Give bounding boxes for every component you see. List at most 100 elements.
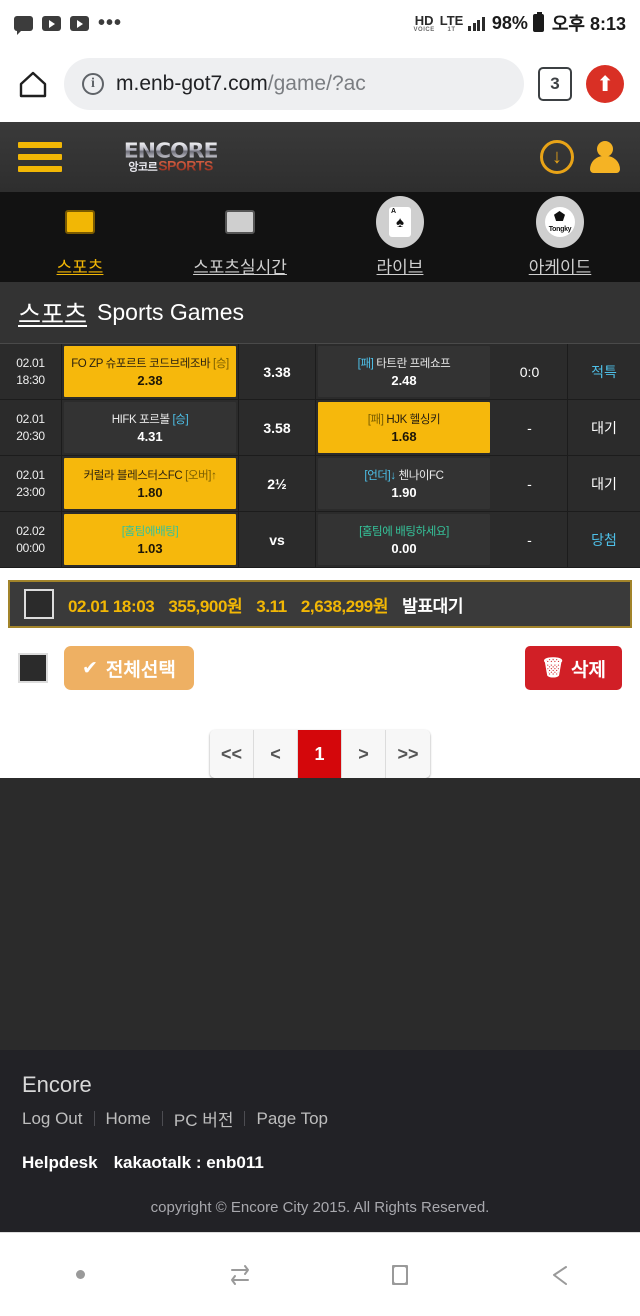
bet-away-team-name: [홈팀에 배팅하세요]: [359, 523, 449, 539]
battery-percent: 98%: [491, 12, 528, 33]
tab-sports-live[interactable]: 스포츠실시간: [160, 192, 320, 282]
select-all-checkbox[interactable]: [18, 653, 48, 683]
bet-score: -: [492, 400, 568, 455]
page-next-button[interactable]: >: [342, 730, 386, 778]
footer-brand: Encore: [22, 1072, 92, 1097]
bet-away-team[interactable]: [패] 타트란 프레쇼프 2.48: [318, 346, 490, 397]
url-path: /game/?ac: [267, 72, 366, 95]
bet-home-team-name: FO ZP 슈포르트 코드브레조바 [승]: [71, 355, 229, 371]
back-button[interactable]: [480, 1258, 640, 1292]
clock: 오후 8:13: [551, 14, 626, 34]
bet-away-team[interactable]: [패] HJK 헬싱키 1.68: [318, 402, 490, 453]
dot-indicator-icon: [75, 1270, 85, 1279]
tab-arcade[interactable]: Tongky 아케이드: [480, 192, 640, 282]
bet-home-team[interactable]: [홈팀에배팅] 1.03: [64, 514, 236, 565]
tab-sports[interactable]: 스포츠: [0, 192, 160, 282]
folder-icon: [216, 196, 264, 248]
bet-time: 20:30: [16, 429, 45, 443]
youtube-icon: [42, 15, 61, 31]
summary-status: 발표대기: [402, 596, 464, 616]
page-title-english: Sports Games: [97, 299, 245, 325]
page-title-korean: 스포츠: [18, 300, 88, 329]
table-row: 02.02 00:00 [홈팀에배팅] 1.03 vs [홈팀에 배팅하세요] 0.00 - 당…: [0, 512, 640, 568]
tab-sports-live-label: 스포츠실시간: [193, 258, 287, 277]
lte-icon: LTE 1T: [440, 14, 464, 33]
bet-row-time: 02.02 00:00: [0, 512, 62, 567]
page-title: 스포츠 Sports Games: [0, 282, 640, 344]
summary-values: 02.01 18:03 355,900원 3.11 2,638,299원 발표대…: [68, 592, 463, 617]
table-row: 02.01 23:00 커럴라 블레스터스FC [오버]↑ 1.80 2½ [언더]↓ 첸…: [0, 456, 640, 512]
bet-home-team-name: 커럴라 블레스터스FC [오버]↑: [84, 467, 217, 483]
summary-datetime: 02.01 18:03: [68, 596, 155, 616]
trash-icon: 🗑: [540, 658, 566, 679]
footer-link[interactable]: Page Top: [245, 1109, 339, 1129]
soccer-ball-icon: Tongky: [536, 196, 584, 248]
bet-home-team-odds: 1.03: [137, 541, 163, 556]
summary-checkbox[interactable]: [24, 589, 54, 619]
bet-away-team-name: [패] 타트란 프레쇼프: [358, 355, 451, 371]
bet-away-team-label: HJK 헬싱키: [386, 414, 441, 426]
tab-live-label: 라이브: [376, 258, 424, 277]
bet-draw-odds[interactable]: 3.38: [238, 344, 316, 399]
page-prev-button[interactable]: <: [254, 730, 298, 778]
footer-link[interactable]: Log Out: [22, 1109, 94, 1129]
page-last-button[interactable]: >>: [386, 730, 430, 778]
hd-sub-label: VOICE: [413, 26, 435, 33]
download-icon[interactable]: ↓: [540, 140, 574, 174]
home-button[interactable]: [320, 1258, 480, 1292]
recents-button[interactable]: [160, 1258, 320, 1292]
helpdesk-value: kakaotalk : enb011: [113, 1153, 264, 1172]
bet-score: 0:0: [492, 344, 568, 399]
url-text: m.enb-got7.com/game/?ac: [116, 72, 366, 96]
chat-icon: [14, 15, 33, 35]
tab-arcade-label: 아케이드: [528, 258, 592, 277]
bet-away-team-odds: 0.00: [391, 541, 417, 556]
bet-away-team-tag: [패]: [367, 414, 384, 426]
summary-payout: 2,638,299원: [300, 596, 389, 616]
lte-sub-label: 1T: [447, 26, 456, 33]
bet-summary-bar[interactable]: 02.01 18:03 355,900원 3.11 2,638,299원 발표대…: [8, 580, 632, 628]
home-icon: [392, 1264, 408, 1285]
bet-home-team-suffix: [오버]↑: [182, 470, 217, 482]
bet-home-team-odds: 2.38: [137, 373, 163, 388]
site-logo[interactable]: ENCORE 앙코르 SPORTS: [124, 141, 219, 174]
content-spacer: [0, 778, 640, 1050]
bet-home-team[interactable]: FO ZP 슈포르트 코드브레조바 [승] 2.38: [64, 346, 236, 397]
status-badge: 당첨: [568, 512, 640, 567]
bet-away-team[interactable]: [홈팀에 배팅하세요] 0.00: [318, 514, 490, 565]
bet-home-team[interactable]: 커럴라 블레스터스FC [오버]↑ 1.80: [64, 458, 236, 509]
bet-row-time: 02.01 18:30: [0, 344, 62, 399]
bet-date: 02.01: [16, 356, 45, 370]
summary-stake: 355,900원: [168, 596, 243, 616]
select-all-button[interactable]: ✔ 전체선택: [64, 646, 194, 690]
page-first-button[interactable]: <<: [210, 730, 254, 778]
bet-away-team[interactable]: [언더]↓ 첸나이FC 1.90: [318, 458, 490, 509]
status-badge: 대기: [568, 456, 640, 511]
footer-link[interactable]: Home: [95, 1109, 162, 1129]
bet-home-team[interactable]: HIFK 포르볼 [승] 4.31: [64, 402, 236, 453]
hd-voice-icon: HD VOICE: [414, 14, 435, 33]
delete-button[interactable]: 🗑 삭제: [524, 646, 622, 690]
bet-draw-odds[interactable]: vs: [238, 512, 316, 567]
status-badge: 적특: [568, 344, 640, 399]
avatar[interactable]: [588, 140, 622, 174]
bet-score: -: [492, 456, 568, 511]
tab-live[interactable]: A ♠ 라이브: [320, 192, 480, 282]
bet-draw-odds[interactable]: 3.58: [238, 400, 316, 455]
site-header: ENCORE 앙코르 SPORTS ↓: [0, 122, 640, 192]
footer-link[interactable]: PC 버전: [163, 1106, 245, 1131]
table-row: 02.01 20:30 HIFK 포르볼 [승] 4.31 3.58 [패] HJK 헬싱…: [0, 400, 640, 456]
address-bar[interactable]: i m.enb-got7.com/game/?ac: [64, 58, 524, 110]
scroll-to-top-button[interactable]: ⬆: [586, 65, 624, 103]
summary-odds: 3.11: [256, 596, 287, 616]
site-info-icon[interactable]: i: [82, 73, 104, 95]
helpdesk-row: Helpdesk kakaotalk : enb011: [22, 1153, 618, 1173]
tab-counter[interactable]: 3: [538, 67, 572, 101]
back-icon: [553, 1265, 567, 1285]
page-1-button[interactable]: 1: [298, 730, 342, 778]
menu-icon[interactable]: [18, 142, 62, 172]
nav-dot-slot: [0, 1270, 160, 1279]
delete-label: 삭제: [571, 659, 606, 681]
bet-draw-odds[interactable]: 2½: [238, 456, 316, 511]
home-icon[interactable]: [16, 67, 50, 101]
